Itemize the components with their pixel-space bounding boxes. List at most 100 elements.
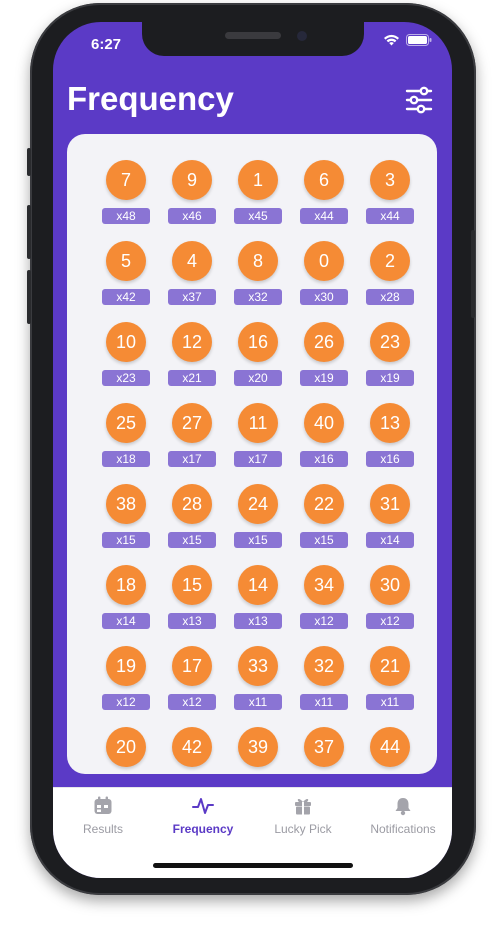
frequency-count-badge: x17 — [234, 451, 282, 467]
frequency-count-badge: x44 — [300, 208, 348, 224]
number-ball: 22 — [304, 484, 344, 524]
number-item[interactable]: 33 x11 — [231, 646, 285, 710]
tab-lucky-pick[interactable]: Lucky Pick — [253, 796, 353, 836]
home-indicator — [153, 863, 353, 868]
number-item[interactable]: 28 x15 — [165, 484, 219, 548]
number-item[interactable]: 21 x11 — [363, 646, 417, 710]
frequency-count-badge: x12 — [102, 694, 150, 710]
gift-icon — [295, 798, 311, 815]
frequency-count-badge: x13 — [234, 613, 282, 629]
number-ball: 15 — [172, 565, 212, 605]
number-ball: 6 — [304, 160, 344, 200]
number-ball: 38 — [106, 484, 146, 524]
number-ball: 3 — [370, 160, 410, 200]
number-ball: 16 — [238, 322, 278, 362]
frequency-count-badge: x14 — [102, 613, 150, 629]
frequency-count-badge: x44 — [366, 208, 414, 224]
number-item[interactable]: 17 x12 — [165, 646, 219, 710]
number-item[interactable]: 13 x16 — [363, 403, 417, 467]
frequency-count-badge: x12 — [168, 694, 216, 710]
calendar-icon — [94, 796, 112, 814]
number-ball: 24 — [238, 484, 278, 524]
number-ball: 28 — [172, 484, 212, 524]
number-item[interactable]: 2 x28 — [363, 241, 417, 305]
tab-frequency[interactable]: Frequency — [153, 796, 253, 836]
number-ball: 9 — [172, 160, 212, 200]
tab-results[interactable]: Results — [53, 796, 153, 836]
number-item[interactable]: 34 x12 — [297, 565, 351, 629]
number-item[interactable]: 27 x17 — [165, 403, 219, 467]
frequency-count-badge: x46 — [168, 208, 216, 224]
power-button — [471, 230, 475, 318]
tab-bar: Results Frequency Lucky Pick Notificatio… — [53, 787, 452, 878]
status-icons — [383, 34, 432, 46]
bell-icon — [395, 798, 411, 816]
number-ball: 19 — [106, 646, 146, 686]
number-item[interactable]: 44 — [363, 727, 417, 767]
frequency-count-badge: x11 — [234, 694, 282, 710]
number-ball: 32 — [304, 646, 344, 686]
number-ball: 11 — [238, 403, 278, 443]
number-ball: 0 — [304, 241, 344, 281]
number-ball: 26 — [304, 322, 344, 362]
frequency-count-badge: x13 — [168, 613, 216, 629]
number-item[interactable]: 26 x19 — [297, 322, 351, 386]
number-item[interactable]: 6 x44 — [297, 160, 351, 224]
number-item[interactable]: 7 x48 — [99, 160, 153, 224]
number-item[interactable]: 38 x15 — [99, 484, 153, 548]
number-item[interactable]: 15 x13 — [165, 565, 219, 629]
number-item[interactable]: 19 x12 — [99, 646, 153, 710]
number-item[interactable]: 10 x23 — [99, 322, 153, 386]
tab-frequency-label: Frequency — [172, 822, 234, 836]
number-item[interactable]: 22 x15 — [297, 484, 351, 548]
number-item[interactable]: 8 x32 — [231, 241, 285, 305]
frequency-count-badge: x42 — [102, 289, 150, 305]
number-item[interactable]: 31 x14 — [363, 484, 417, 548]
pulse-icon — [192, 798, 214, 814]
number-item[interactable]: 42 — [165, 727, 219, 767]
number-item[interactable]: 24 x15 — [231, 484, 285, 548]
frequency-count-badge: x17 — [168, 451, 216, 467]
number-item[interactable]: 3 x44 — [363, 160, 417, 224]
number-item[interactable]: 0 x30 — [297, 241, 351, 305]
frequency-count-badge: x11 — [300, 694, 348, 710]
number-item[interactable]: 1 x45 — [231, 160, 285, 224]
number-ball: 13 — [370, 403, 410, 443]
number-item[interactable]: 37 — [297, 727, 351, 767]
frequency-count-badge: x28 — [366, 289, 414, 305]
frequency-count-badge: x15 — [102, 532, 150, 548]
front-camera — [297, 31, 307, 41]
tab-lucky-pick-label: Lucky Pick — [274, 822, 332, 836]
number-item[interactable]: 23 x19 — [363, 322, 417, 386]
number-item[interactable]: 16 x20 — [231, 322, 285, 386]
number-item[interactable]: 32 x11 — [297, 646, 351, 710]
number-item[interactable]: 30 x12 — [363, 565, 417, 629]
number-item[interactable]: 9 x46 — [165, 160, 219, 224]
number-ball: 5 — [106, 241, 146, 281]
frequency-count-badge: x23 — [102, 370, 150, 386]
frequency-card: 7 x48 9 x46 1 x45 6 x44 3 x44 5 x42 4 x37 8 x32 0 x30 2 x28… — [67, 134, 437, 774]
page-title: Frequency — [67, 80, 234, 117]
number-grid: 7 x48 9 x46 1 x45 6 x44 3 x44 5 x42 4 x37 8 x32 0 x30 2 x28… — [99, 160, 417, 767]
number-item[interactable]: 5 x42 — [99, 241, 153, 305]
number-item[interactable]: 14 x13 — [231, 565, 285, 629]
number-item[interactable]: 39 — [231, 727, 285, 767]
tab-notifications[interactable]: Notifications — [353, 796, 452, 836]
number-item[interactable]: 40 x16 — [297, 403, 351, 467]
app-screen: 6:27 Frequency 7 x48 9 x46 1 x45 6 x44 3… — [53, 22, 452, 878]
number-ball: 39 — [238, 727, 278, 767]
number-item[interactable]: 12 x21 — [165, 322, 219, 386]
frequency-count-badge: x32 — [234, 289, 282, 305]
frequency-count-badge: x30 — [300, 289, 348, 305]
number-item[interactable]: 18 x14 — [99, 565, 153, 629]
number-ball: 8 — [238, 241, 278, 281]
number-item[interactable]: 4 x37 — [165, 241, 219, 305]
filter-button[interactable] — [404, 86, 434, 114]
frequency-count-badge: x16 — [366, 451, 414, 467]
number-item[interactable]: 11 x17 — [231, 403, 285, 467]
number-item[interactable]: 20 — [99, 727, 153, 767]
number-ball: 18 — [106, 565, 146, 605]
number-ball: 33 — [238, 646, 278, 686]
frequency-count-badge: x15 — [168, 532, 216, 548]
number-item[interactable]: 25 x18 — [99, 403, 153, 467]
